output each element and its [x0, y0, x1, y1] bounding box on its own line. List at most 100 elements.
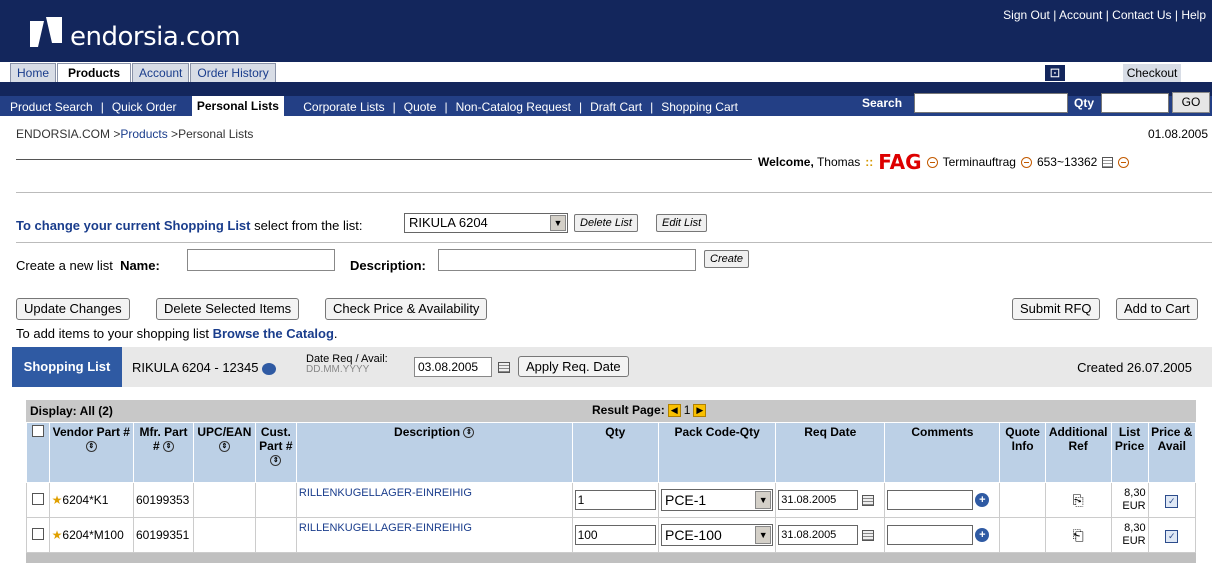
- create-list-text: Create a new list: [16, 258, 113, 273]
- account-link[interactable]: Account: [1059, 8, 1102, 22]
- current-date: 01.08.2005: [1147, 127, 1208, 141]
- account-number: 653~13362: [1036, 155, 1098, 169]
- currency: EUR: [1122, 535, 1146, 547]
- prev-page-icon[interactable]: ◀: [667, 403, 681, 417]
- pack-code-select[interactable]: PCE-100 ▼: [660, 524, 774, 546]
- tab-order-history[interactable]: Order History: [190, 63, 276, 82]
- col-mfr[interactable]: Mfr. Part # ⇕: [132, 422, 195, 483]
- edit-list-button[interactable]: Edit List: [656, 214, 708, 232]
- submit-rfq-button[interactable]: Submit RFQ: [1012, 298, 1100, 320]
- subnav-quote[interactable]: Quote: [404, 100, 437, 114]
- additional-ref-icon[interactable]: ⎘: [1044, 482, 1112, 518]
- subnav-quick-order[interactable]: Quick Order: [112, 100, 177, 114]
- comment-bubble-icon[interactable]: [262, 362, 277, 375]
- account-toggle-icon[interactable]: [1118, 156, 1130, 168]
- calendar-icon[interactable]: [862, 494, 875, 506]
- description-link[interactable]: RILLENKUGELLAGER-EINREIHIG: [299, 487, 472, 499]
- checkout-button[interactable]: Checkout: [1122, 63, 1182, 82]
- browse-catalog-link[interactable]: Browse the Catalog: [213, 326, 334, 341]
- go-button[interactable]: GO: [1172, 92, 1210, 113]
- create-list-button[interactable]: Create: [704, 250, 750, 268]
- qty-input[interactable]: [1101, 93, 1169, 113]
- price-avail-icon[interactable]: ✓: [1165, 494, 1179, 508]
- subnav-corporate-lists[interactable]: Corporate Lists: [303, 100, 384, 114]
- req-date-input[interactable]: 03.08.2005: [414, 357, 492, 377]
- sort-icon[interactable]: ⇕: [270, 455, 282, 467]
- description-link[interactable]: RILLENKUGELLAGER-EINREIHIG: [299, 522, 472, 534]
- row-checkbox[interactable]: [31, 527, 44, 540]
- account-list-icon[interactable]: [1102, 156, 1114, 168]
- crumb-home[interactable]: ENDORSIA.COM: [16, 127, 110, 141]
- tab-products[interactable]: Products: [57, 63, 132, 82]
- col-vendor-label: Vendor Part #: [52, 425, 130, 439]
- col-vendor[interactable]: Vendor Part # ⇕: [48, 422, 134, 483]
- subnav-shopping-cart[interactable]: Shopping Cart: [661, 100, 738, 114]
- next-page-icon[interactable]: ▶: [693, 403, 707, 417]
- brand-name[interactable]: endorsia.com: [70, 22, 241, 52]
- pack-code-value: PCE-100: [664, 527, 722, 543]
- shopping-list-name: RIKULA 6204 - 12345: [132, 360, 259, 375]
- search-input[interactable]: [914, 93, 1068, 113]
- tab-home[interactable]: Home: [10, 63, 57, 82]
- welcome-bar: Welcome, Thomas :: FAG Terminauftrag 653…: [758, 150, 1130, 174]
- qty-field[interactable]: 100: [574, 525, 656, 545]
- sort-icon[interactable]: ⇕: [163, 441, 175, 453]
- row-checkbox[interactable]: [31, 492, 44, 505]
- apply-req-date-button[interactable]: Apply Req. Date: [518, 356, 629, 377]
- update-changes-button[interactable]: Update Changes: [16, 298, 130, 320]
- req-date-field[interactable]: 31.08.2005: [778, 525, 859, 545]
- sort-icon[interactable]: ⇕: [463, 427, 475, 439]
- qty-field[interactable]: 1: [574, 490, 656, 510]
- price-avail-icon[interactable]: ✓: [1165, 529, 1179, 543]
- add-to-cart-button[interactable]: Add to Cart: [1116, 298, 1198, 320]
- col-list: List Price: [1110, 422, 1149, 483]
- list-description-input[interactable]: [438, 249, 696, 271]
- sort-icon[interactable]: ⇕: [218, 441, 230, 453]
- dropdown-arrow-icon[interactable]: ▼: [755, 491, 772, 509]
- subnav-non-catalog[interactable]: Non-Catalog Request: [456, 100, 571, 114]
- pack-code-value: PCE-1: [664, 492, 707, 508]
- list-select[interactable]: RIKULA 6204 ▼: [404, 213, 568, 233]
- order-type-toggle-icon[interactable]: [1020, 156, 1032, 168]
- list-name-input[interactable]: [187, 249, 335, 271]
- browse-text: To add items to your shopping list: [16, 326, 209, 341]
- name-label: Name:: [120, 258, 160, 273]
- comment-field[interactable]: [887, 490, 974, 510]
- sign-out-link[interactable]: Sign Out: [1003, 8, 1050, 22]
- crumb-products[interactable]: Products: [120, 127, 167, 141]
- cart-icon[interactable]: ⊡: [1044, 63, 1066, 82]
- contact-link[interactable]: Contact Us: [1112, 8, 1171, 22]
- company-toggle-icon[interactable]: [926, 156, 938, 168]
- subnav-product-search[interactable]: Product Search: [10, 100, 93, 114]
- help-link[interactable]: Help: [1181, 8, 1206, 22]
- col-req: Req Date: [775, 422, 886, 483]
- additional-ref-icon[interactable]: ⎗: [1044, 517, 1112, 553]
- add-comment-icon[interactable]: +: [975, 528, 990, 542]
- dropdown-arrow-icon[interactable]: ▼: [755, 526, 772, 544]
- tab-account[interactable]: Account: [132, 63, 190, 82]
- subnav-personal-lists[interactable]: Personal Lists: [191, 96, 284, 116]
- vendor-part: 6204*K1: [62, 493, 109, 507]
- page-number[interactable]: 1: [684, 403, 691, 417]
- dropdown-arrow-icon[interactable]: ▼: [550, 215, 566, 231]
- col-cust[interactable]: Cust. Part # ⇕: [254, 422, 297, 483]
- breadcrumb: ENDORSIA.COM >Products >Personal Lists: [16, 127, 254, 141]
- welcome-label: Welcome,: [758, 155, 814, 169]
- comment-field[interactable]: [887, 525, 974, 545]
- check-price-button[interactable]: Check Price & Availability: [325, 298, 488, 320]
- calendar-icon[interactable]: [498, 362, 510, 373]
- mfr-part: 60199351: [132, 517, 195, 553]
- calendar-icon[interactable]: [862, 529, 875, 541]
- col-desc[interactable]: Description ⇕: [295, 422, 573, 483]
- col-upc[interactable]: UPC/EAN ⇕: [193, 422, 256, 483]
- cart-box: ⊡ Items: 0 Checkout: [1044, 63, 1182, 82]
- delete-selected-button[interactable]: Delete Selected Items: [156, 298, 300, 320]
- req-date-field[interactable]: 31.08.2005: [778, 490, 859, 510]
- pack-code-select[interactable]: PCE-1 ▼: [660, 489, 774, 511]
- subnav-draft-cart[interactable]: Draft Cart: [590, 100, 642, 114]
- sort-icon[interactable]: ⇕: [85, 441, 97, 453]
- add-comment-icon[interactable]: +: [975, 493, 990, 507]
- delete-list-button[interactable]: Delete List: [574, 214, 638, 232]
- select-all-checkbox[interactable]: [31, 425, 44, 437]
- divider: [16, 192, 1212, 193]
